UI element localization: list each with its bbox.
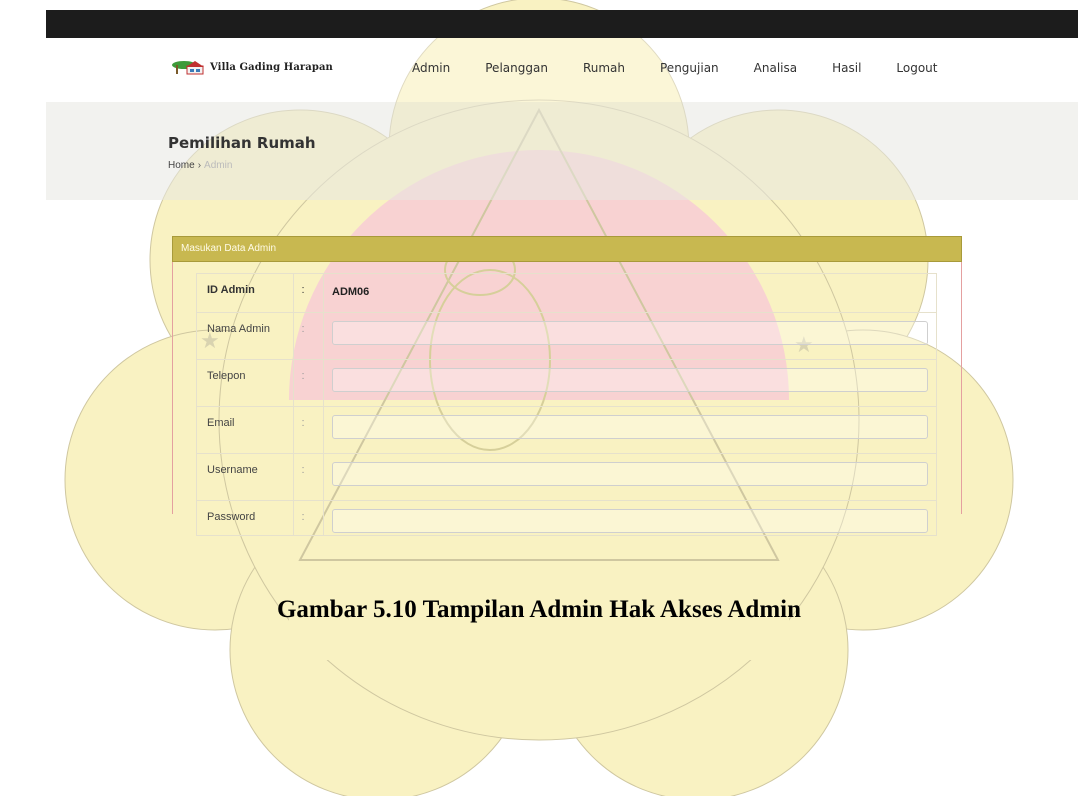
breadcrumb: Home › Admin — [168, 160, 232, 171]
email-colon: : — [292, 406, 325, 454]
form-row-password: Password : — [196, 500, 937, 536]
username-label: Username — [196, 453, 294, 501]
navbar: Villa Gading Harapan Admin Pelanggan Rum… — [46, 38, 1078, 102]
nama-admin-input[interactable] — [332, 321, 928, 345]
telepon-input[interactable] — [332, 368, 928, 392]
id-admin-value: ADM06 — [323, 273, 937, 313]
form-row-username: Username : — [196, 453, 937, 501]
username-input[interactable] — [332, 462, 928, 486]
top-bar — [46, 10, 1078, 38]
form-row-email: Email : — [196, 406, 937, 454]
nav-pelanggan[interactable]: Pelanggan — [485, 61, 548, 75]
username-colon: : — [292, 453, 325, 501]
page-banner: Pemilihan Rumah Home › Admin — [46, 102, 1078, 200]
id-admin-label: ID Admin — [196, 273, 294, 313]
nama-admin-colon: : — [292, 312, 325, 360]
figure-caption: Gambar 5.10 Tampilan Admin Hak Akses Adm… — [276, 596, 801, 623]
telepon-label: Telepon — [196, 359, 294, 407]
form-row-nama-admin: Nama Admin : — [196, 312, 937, 360]
brand-name: Villa Gading Harapan — [210, 61, 333, 73]
admin-form-panel: Masukan Data Admin ID Admin : ADM06 Nama… — [172, 236, 962, 536]
nav-admin[interactable]: Admin — [412, 61, 450, 75]
breadcrumb-home[interactable]: Home — [168, 160, 195, 171]
nav-hasil[interactable]: Hasil — [832, 61, 861, 75]
password-colon: : — [292, 500, 325, 536]
panel-header: Masukan Data Admin — [172, 236, 962, 262]
nav-rumah[interactable]: Rumah — [583, 61, 625, 75]
email-input[interactable] — [332, 415, 928, 439]
main-nav: Admin Pelanggan Rumah Pengujian Analisa … — [412, 61, 973, 75]
form-row-id-admin: ID Admin : ADM06 — [196, 273, 937, 313]
brand-logo[interactable]: Villa Gading Harapan — [172, 59, 333, 75]
id-admin-colon: : — [292, 273, 325, 313]
tree-house-logo-icon — [172, 61, 204, 75]
nav-analisa[interactable]: Analisa — [754, 61, 797, 75]
nama-admin-label: Nama Admin — [196, 312, 294, 360]
email-label: Email — [196, 406, 294, 454]
breadcrumb-current: Admin — [204, 160, 233, 171]
page-title: Pemilihan Rumah — [168, 134, 316, 152]
password-input[interactable] — [332, 509, 928, 533]
nav-pengujian[interactable]: Pengujian — [660, 61, 719, 75]
form-row-telepon: Telepon : — [196, 359, 937, 407]
telepon-colon: : — [292, 359, 325, 407]
breadcrumb-separator: › — [197, 160, 202, 171]
admin-form-table: ID Admin : ADM06 Nama Admin : Telepon : … — [196, 273, 937, 536]
password-label: Password — [196, 500, 294, 536]
nav-logout[interactable]: Logout — [896, 61, 937, 75]
